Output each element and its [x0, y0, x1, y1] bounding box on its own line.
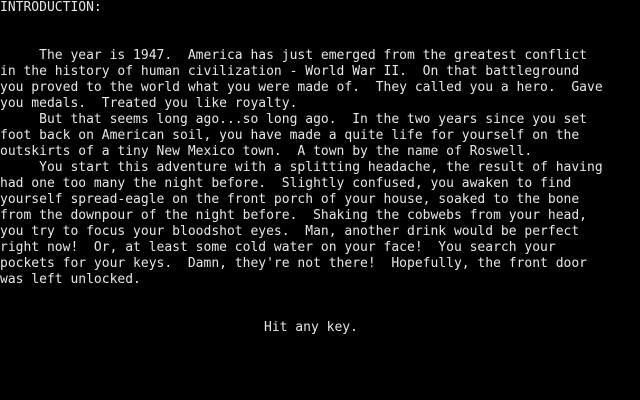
intro-heading: INTRODUCTION: — [0, 0, 102, 15]
continue-prompt[interactable]: Hit any key. — [264, 320, 358, 336]
game-screen[interactable]: INTRODUCTION: The year is 1947. America … — [0, 0, 640, 400]
story-line: had one too many the night before. Sligh… — [0, 176, 572, 191]
story-line: yourself spread-eagle on the front porch… — [0, 192, 580, 207]
story-line: you proved to the world what you were ma… — [0, 80, 603, 95]
story-line: right now! Or, at least some cold water … — [0, 240, 556, 255]
story-line: was left unlocked. — [0, 272, 141, 287]
story-line: from the downpour of the night before. S… — [0, 208, 587, 223]
story-line: pockets for your keys. Damn, they're not… — [0, 256, 587, 271]
story-line: foot back on American soil, you have mad… — [0, 128, 580, 143]
story-line: You start this adventure with a splittin… — [0, 160, 603, 175]
story-line: you try to focus your bloodshot eyes. Ma… — [0, 224, 580, 239]
story-line: But that seems long ago...so long ago. I… — [0, 112, 587, 127]
story-line: you medals. Treated you like royalty. — [0, 96, 298, 111]
story-line: in the history of human civilization - W… — [0, 64, 580, 79]
story-line: The year is 1947. America has just emerg… — [0, 48, 587, 63]
story-line: outskirts of a tiny New Mexico town. A t… — [0, 144, 533, 159]
